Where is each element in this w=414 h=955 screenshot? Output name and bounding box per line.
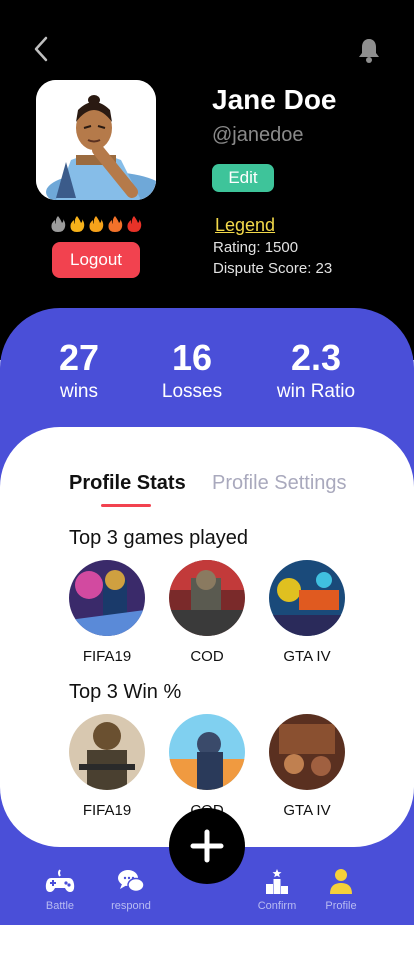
- flame-icon: [89, 216, 104, 232]
- chevron-left-icon[interactable]: [30, 34, 54, 64]
- stat-value: 2.3: [290, 337, 342, 378]
- game-name: GTA IV: [283, 648, 331, 665]
- game-thumbnail: [69, 714, 145, 790]
- game-thumbnail: [69, 560, 145, 636]
- edit-button[interactable]: Edit: [212, 164, 274, 192]
- game-item[interactable]: FIFA19: [69, 714, 145, 819]
- game-thumbnail: [269, 560, 345, 636]
- nav-respond[interactable]: respond: [101, 864, 161, 912]
- logout-button[interactable]: Logout: [52, 242, 140, 278]
- game-item[interactable]: COD: [169, 560, 245, 665]
- stat-win-ratio: 2.3 win Ratio: [256, 338, 376, 406]
- gamepad-icon: [45, 869, 75, 892]
- game-item[interactable]: GTA IV: [269, 560, 345, 665]
- avatar[interactable]: [36, 80, 156, 200]
- section-title-games-played: Top 3 games played: [69, 527, 249, 549]
- podium-icon: [266, 869, 288, 894]
- stat-value: 27: [58, 337, 100, 378]
- stat-label: wins: [59, 381, 98, 402]
- dispute-score-text: Dispute Score: 23: [213, 260, 333, 277]
- nav-battle[interactable]: Battle: [30, 864, 90, 912]
- flame-icon: [51, 216, 66, 232]
- stat-label: Losses: [161, 381, 223, 402]
- game-name: FIFA19: [82, 802, 132, 819]
- avatar-illustration: [36, 80, 156, 200]
- flame-icon: [108, 216, 123, 232]
- game-thumbnail: [169, 560, 245, 636]
- nav-label: Confirm: [257, 900, 297, 912]
- stat-label: win Ratio: [276, 381, 356, 402]
- game-thumbnail: [169, 714, 245, 790]
- nav-label: Profile: [325, 900, 357, 912]
- game-name: COD: [190, 648, 224, 665]
- game-name: GTA IV: [283, 802, 331, 819]
- profile-handle: @janedoe: [212, 124, 304, 146]
- flame-icon: [127, 216, 142, 232]
- game-item[interactable]: FIFA19: [69, 560, 145, 665]
- chat-bubbles-icon: [118, 870, 145, 893]
- add-button[interactable]: [169, 808, 245, 884]
- flame-icon: [70, 216, 85, 232]
- profile-name: Jane Doe: [212, 84, 337, 115]
- bell-icon[interactable]: [356, 36, 382, 64]
- stat-losses: 16 Losses: [132, 338, 252, 406]
- game-item[interactable]: COD: [169, 714, 245, 819]
- game-thumbnail: [269, 714, 345, 790]
- nav-label: respond: [111, 900, 151, 912]
- game-name: FIFA19: [82, 648, 132, 665]
- nav-confirm[interactable]: Confirm: [247, 864, 307, 912]
- rank-link[interactable]: Legend: [215, 215, 275, 236]
- rating-text: Rating: 1500: [213, 239, 299, 256]
- person-icon: [330, 869, 352, 894]
- nav-label: Battle: [45, 900, 75, 912]
- tab-profile-settings[interactable]: Profile Settings: [212, 472, 347, 495]
- section-title-win-percent: Top 3 Win %: [69, 681, 182, 703]
- stat-wins: 27 wins: [19, 338, 139, 406]
- active-tab-indicator: [101, 504, 151, 507]
- nav-profile[interactable]: Profile: [311, 864, 371, 912]
- streak-flames: [50, 215, 142, 233]
- stat-value: 16: [171, 337, 213, 378]
- game-item[interactable]: GTA IV: [269, 714, 345, 819]
- tab-profile-stats[interactable]: Profile Stats: [69, 472, 186, 495]
- plus-icon: [190, 829, 224, 863]
